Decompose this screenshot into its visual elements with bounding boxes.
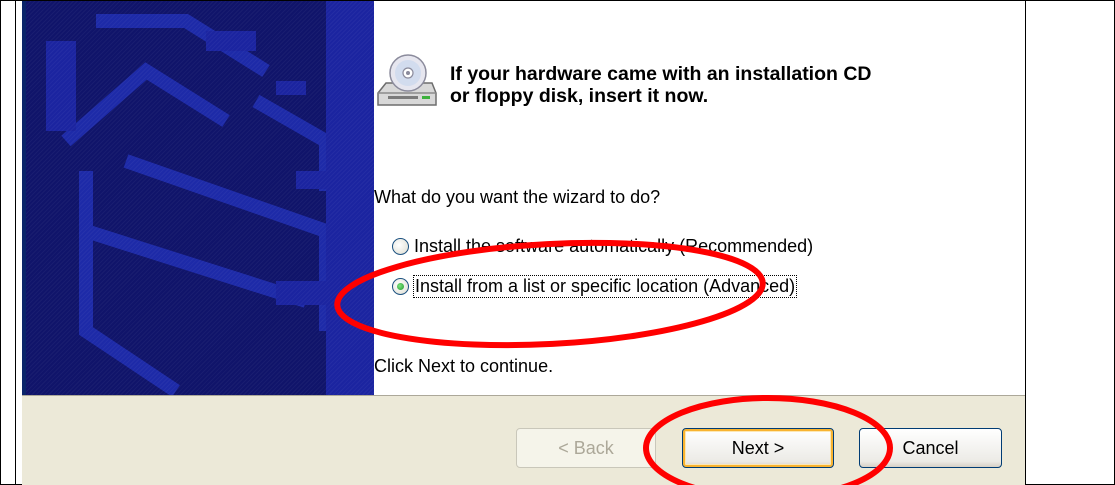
banner-texture (26, 1, 374, 395)
radio-button-selected[interactable] (392, 277, 409, 295)
option-install-from-list[interactable]: Install from a list or specific location… (392, 274, 798, 298)
option-install-automatically[interactable]: Install the software automatically (Reco… (392, 234, 813, 258)
option-label: Install the software automatically (Reco… (414, 235, 814, 256)
cell-border-right (1025, 0, 1026, 485)
heading-line-2: or floppy disk, insert it now. (450, 85, 709, 107)
heading-line-1: If your hardware came with an installati… (450, 63, 872, 85)
wizard-content: If your hardware came with an installati… (374, 1, 1025, 395)
wizard-question: What do you want the wizard to do? (374, 187, 661, 207)
found-new-hardware-wizard: If your hardware came with an installati… (22, 1, 1025, 485)
radio-button[interactable] (392, 237, 409, 255)
continue-instruction: Click Next to continue. (374, 356, 554, 376)
cancel-button[interactable]: Cancel (859, 428, 1002, 468)
wizard-banner (26, 1, 374, 395)
back-button[interactable]: < Back (516, 428, 656, 468)
button-bar: < Back Next > Cancel (22, 395, 1025, 485)
wizard-heading: If your hardware came with an installati… (450, 63, 1010, 107)
option-label: Install from a list or specific location… (412, 274, 798, 298)
next-button[interactable]: Next > (682, 428, 834, 468)
cd-drive-icon (377, 54, 437, 106)
cell-border-left (15, 0, 16, 485)
